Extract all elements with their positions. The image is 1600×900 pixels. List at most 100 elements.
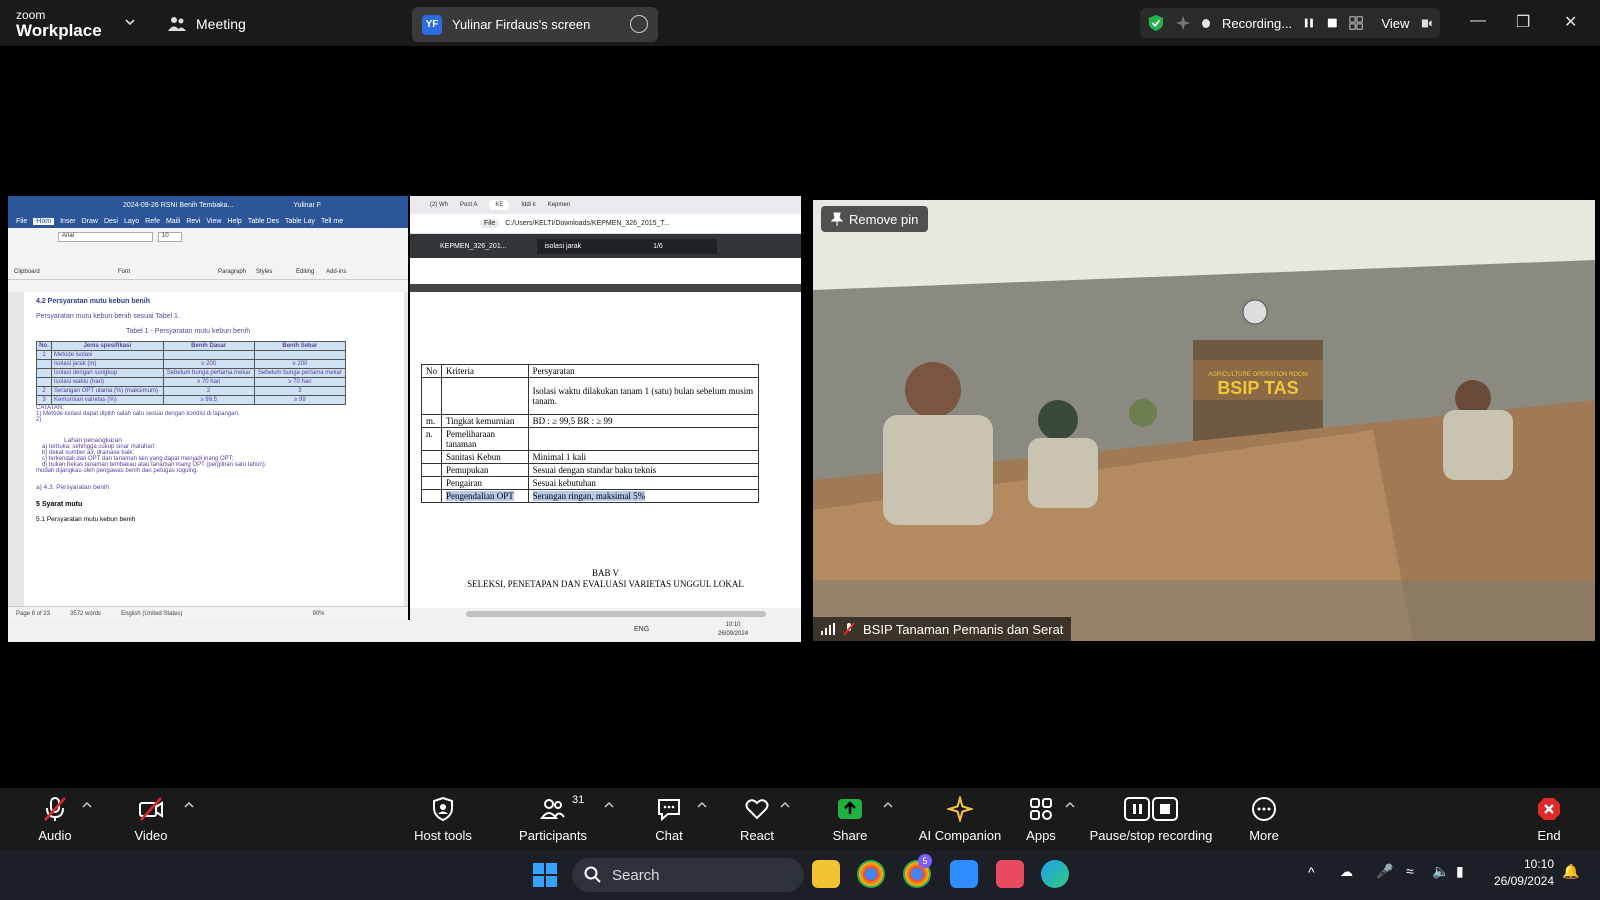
participants-caret-icon[interactable]	[604, 800, 614, 808]
pdf-table-cell: Minimal 1 kali	[527, 450, 760, 464]
word-tab[interactable]: File	[16, 218, 27, 225]
ribbon-group-label: Styles	[256, 269, 273, 275]
ribbon-group-label: Clipboard	[14, 269, 40, 275]
view-mode-icon[interactable]	[1421, 17, 1433, 29]
word-tab[interactable]: Layo	[124, 218, 139, 225]
stop-icon[interactable]	[1327, 17, 1338, 29]
word-tab[interactable]: Tell me	[321, 218, 343, 225]
chat-button[interactable]: Chat	[624, 788, 714, 850]
url-scheme-badge: File	[480, 219, 500, 228]
react-button[interactable]: React	[712, 788, 802, 850]
pdf-table-cell: Isolasi waktu dilakukan tanam 1 (satu) b…	[527, 377, 760, 415]
mic-muted-icon	[843, 622, 855, 636]
browser-tab[interactable]: (2) Wh	[430, 202, 448, 208]
search-icon	[584, 866, 601, 883]
recording-label: Recording...	[1222, 15, 1293, 31]
logo-small-text: zoom	[16, 8, 46, 22]
sparkle-icon[interactable]	[1175, 15, 1191, 31]
participant-name-tag: BSIP Tanaman Pemanis dan Serat	[813, 617, 1072, 641]
meeting-menu[interactable]: Meeting	[168, 14, 246, 34]
battery-icon[interactable]: ▮	[1456, 863, 1464, 880]
edge-icon[interactable]	[1041, 860, 1069, 888]
pause-icon[interactable]	[1304, 17, 1315, 29]
word-tab[interactable]: Desi	[104, 218, 118, 225]
word-tab[interactable]: Maili	[166, 218, 180, 225]
inner-date: 26/09/2024	[718, 631, 749, 637]
share-button[interactable]: Share	[805, 788, 895, 850]
pdf-table-row: Isolasi waktu dilakukan tanam 1 (satu) b…	[421, 377, 760, 415]
address-bar[interactable]: File C:/Users/KELTI/Downloads/KEPMEN_326…	[410, 214, 801, 234]
word-tab[interactable]: Inser	[60, 218, 76, 225]
word-tab[interactable]: Draw	[82, 218, 98, 225]
apps-caret-icon[interactable]	[1065, 800, 1075, 808]
file-explorer-icon[interactable]	[812, 860, 840, 888]
apps-button[interactable]: Apps	[996, 788, 1086, 850]
windows-start-icon[interactable]	[532, 862, 558, 888]
word-tab[interactable]: Hom	[33, 217, 55, 225]
remove-pin-button[interactable]: Remove pin	[821, 206, 929, 232]
screen-recorder-icon[interactable]	[996, 860, 1024, 888]
video-button[interactable]: Video	[106, 788, 196, 850]
wifi-icon[interactable]: ≈	[1406, 863, 1414, 879]
audio-options-caret-icon[interactable]	[82, 800, 92, 808]
taskbar-search[interactable]: Search	[572, 858, 804, 892]
word-tab[interactable]: Table Des	[248, 218, 279, 225]
browser-tab[interactable]: Post A	[460, 202, 477, 208]
status-zoom[interactable]: 90%	[312, 611, 324, 617]
shield-check-icon[interactable]	[1148, 13, 1164, 33]
view-button[interactable]: View	[1381, 16, 1409, 31]
table-cell: 3	[35, 395, 53, 405]
shared-screen-indicator[interactable]: YF Yulinar Firdaus's screen	[412, 7, 658, 42]
horizontal-scrollbar[interactable]	[410, 608, 801, 620]
tray-overflow-icon[interactable]: ^	[1308, 864, 1315, 880]
share-caret-icon[interactable]	[883, 800, 893, 808]
recording-controls: Recording... View	[1140, 8, 1440, 38]
font-size-box[interactable]: 10	[158, 232, 182, 242]
react-label: React	[740, 827, 774, 843]
pdf-find-bar[interactable]: isolasi jarak 1/6	[536, 238, 717, 254]
volume-icon[interactable]: 🔈	[1432, 863, 1449, 880]
host-tools-button[interactable]: Host tools	[398, 788, 488, 850]
more-button[interactable]: More	[1219, 788, 1309, 850]
browser-tab[interactable]: Iddi k	[521, 202, 535, 208]
participants-button[interactable]: Participants	[508, 788, 598, 850]
zoom-icon[interactable]	[950, 860, 978, 888]
lahan-heading: Lahan penangkaran	[64, 437, 122, 444]
video-options-caret-icon[interactable]	[184, 800, 194, 808]
taskbar-clock[interactable]: 10:10 26/09/2024	[1494, 856, 1554, 890]
browser-tab[interactable]: Kepmen	[548, 202, 570, 208]
font-name-box[interactable]: Arial	[58, 232, 153, 242]
word-tab[interactable]: Table Lay	[285, 218, 315, 225]
close-icon[interactable]: ✕	[1564, 12, 1577, 32]
word-tab[interactable]: Refe	[145, 218, 160, 225]
react-caret-icon[interactable]	[780, 800, 790, 808]
restore-icon[interactable]: ❐	[1516, 12, 1530, 32]
word-tab[interactable]: Revi	[186, 218, 200, 225]
word-status-bar: Page 8 of 23 3572 words English (United …	[8, 606, 408, 620]
grid-layout-icon[interactable]	[1349, 15, 1364, 31]
pdf-table: No Kriteria Persyaratan Isolasi waktu dila…	[421, 364, 760, 503]
zoom-window: zoom Workplace Meeting YF Yulinar Firdau…	[0, 0, 1600, 900]
logo-big-text: Workplace	[16, 21, 102, 40]
pdf-page: No Kriteria Persyaratan Isolasi waktu dila…	[410, 306, 801, 606]
table-header-cell: Benih Sebar	[253, 341, 347, 351]
end-button[interactable]: End	[1504, 788, 1594, 850]
browser-tab[interactable]: KE	[489, 200, 510, 210]
audio-button[interactable]: Audio	[10, 788, 100, 850]
chat-caret-icon[interactable]	[697, 800, 707, 808]
more-options-icon[interactable]	[630, 15, 648, 33]
chevron-down-icon[interactable]	[124, 16, 136, 28]
chrome-icon[interactable]	[857, 860, 885, 888]
table-cell: Metode isolasi	[51, 350, 164, 360]
pause-stop-recording-button[interactable]: Pause/stop recording	[1086, 788, 1216, 850]
table-cell: ≥ 99,5	[162, 395, 255, 405]
notification-bell-icon[interactable]: 🔔	[1562, 863, 1579, 880]
pinned-video-tile[interactable]: BSIP TAS AGRICULTURE OPERATION ROOM Remo…	[813, 200, 1595, 641]
pdf-table-cell: Sanitasi Kebun	[441, 450, 529, 464]
word-tab[interactable]: View	[206, 218, 221, 225]
pdf-table-cell	[421, 489, 442, 503]
scroll-thumb[interactable]	[466, 611, 766, 617]
minimize-icon[interactable]: —	[1470, 12, 1486, 30]
word-tab[interactable]: Help	[227, 218, 241, 225]
pdf-table-cell	[527, 427, 760, 451]
